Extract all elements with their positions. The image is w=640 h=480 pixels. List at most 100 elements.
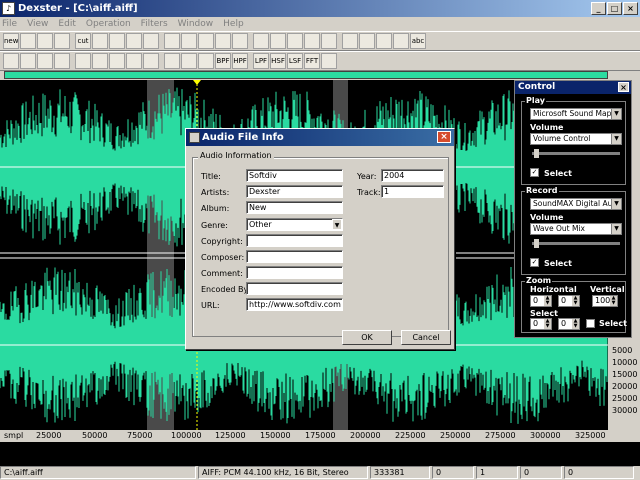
zoom-group: Zoom Horizontal Vertical 0 ▲ ▼ 0 ▲ ▼ 100 ▲ ▼ S… [521, 276, 627, 333]
play-icon[interactable] [253, 33, 269, 49]
zoom-sel-icon[interactable] [215, 33, 231, 49]
copyright-field[interactable] [246, 234, 343, 247]
menu-edit[interactable]: Edit [58, 19, 75, 29]
volume-icon[interactable] [376, 33, 392, 49]
play-loop-icon[interactable] [270, 33, 286, 49]
mixer-icon[interactable] [393, 33, 409, 49]
open-icon[interactable] [20, 33, 36, 49]
menu-file[interactable]: File [2, 19, 17, 29]
url-field[interactable]: http://www.softdiv.com [246, 298, 343, 311]
copyright-label: Copyright: [201, 237, 243, 246]
record-volume-slider[interactable] [532, 239, 620, 248]
control-close-icon[interactable]: × [618, 82, 629, 92]
ok-button[interactable]: OK [342, 330, 392, 345]
save-icon[interactable] [37, 33, 53, 49]
maximize-button[interactable]: □ [607, 2, 622, 15]
menu-view[interactable]: View [27, 19, 48, 29]
copy-icon[interactable] [92, 33, 108, 49]
fade-in-icon[interactable] [75, 53, 91, 69]
spin-arrows-icon[interactable]: ▲ ▼ [572, 296, 579, 306]
play-device-select[interactable]: Microsoft Sound Mapper ▼ [530, 108, 622, 120]
artists-field[interactable]: Dexster [246, 185, 343, 198]
ruler-tick: 250000 [440, 431, 471, 440]
spin-arrows-icon[interactable]: ▲ ▼ [544, 296, 551, 306]
spin-arrows-icon[interactable]: ▲ ▼ [610, 296, 617, 306]
zoom-out-icon[interactable] [198, 33, 214, 49]
menu-window[interactable]: Window [178, 19, 214, 29]
record-device-select[interactable]: SoundMAX Digital Audio ▼ [530, 198, 622, 210]
zoom-horizontal-label: Horizontal [530, 285, 577, 294]
zoom-h2-spinner[interactable]: 0 ▲ ▼ [558, 295, 580, 307]
lpf-icon[interactable]: LPF [253, 53, 269, 69]
paste-icon[interactable] [109, 33, 125, 49]
dialog-close-icon[interactable]: × [437, 131, 451, 143]
play-volume-slider[interactable] [532, 149, 620, 158]
menu-operation[interactable]: Operation [86, 19, 131, 29]
close-button[interactable]: × [623, 2, 638, 15]
split-icon[interactable] [20, 53, 36, 69]
encoded-by-field[interactable] [246, 282, 343, 295]
play-select-checkbox[interactable]: ✓ [530, 168, 539, 177]
select-all-icon[interactable] [3, 53, 19, 69]
menu-help[interactable]: Help [223, 19, 244, 29]
loop-icon[interactable] [143, 53, 159, 69]
new-icon[interactable]: new [3, 33, 19, 49]
ruler-tick: 275000 [485, 431, 516, 440]
slider-knob[interactable] [534, 149, 539, 158]
title-field[interactable]: Softdiv [246, 169, 343, 182]
minimize-button[interactable]: _ [591, 2, 606, 15]
envelope-icon[interactable] [54, 53, 70, 69]
lsf-icon[interactable]: LSF [287, 53, 303, 69]
play-volume-select[interactable]: Volume Control ▼ [530, 133, 622, 145]
album-field[interactable]: New [246, 201, 343, 214]
genre-select[interactable]: Other ▼ [246, 218, 343, 231]
record-select-checkbox[interactable]: ✓ [530, 258, 539, 267]
record-volume-select[interactable]: Wave Out Mix ▼ [530, 223, 622, 235]
spin-arrows-icon[interactable]: ▲ ▼ [544, 319, 551, 329]
track-field[interactable]: 1 [381, 185, 444, 198]
hpf-icon[interactable]: HPF [232, 53, 248, 69]
denoise-icon[interactable] [109, 53, 125, 69]
record-icon[interactable] [304, 33, 320, 49]
repeat-icon[interactable] [181, 53, 197, 69]
stop-icon[interactable] [342, 33, 358, 49]
fft-icon[interactable]: FFT [304, 53, 320, 69]
y-tick: 25000 [612, 394, 638, 403]
effect-icon[interactable] [126, 53, 142, 69]
chevron-down-icon[interactable]: ▼ [332, 219, 342, 230]
year-field[interactable]: 2004 [381, 169, 444, 182]
zoom-h1-spinner[interactable]: 0 ▲ ▼ [530, 295, 552, 307]
album-label: Album: [201, 204, 230, 213]
stop-all-icon[interactable] [359, 33, 375, 49]
spin-arrows-icon[interactable]: ▲ ▼ [572, 319, 579, 329]
zoom-in-icon[interactable] [181, 33, 197, 49]
notes-icon[interactable] [321, 53, 337, 69]
menu-filters[interactable]: Filters [141, 19, 168, 29]
zoom-s1-spinner[interactable]: 0 ▲ ▼ [530, 318, 552, 330]
zoom-s2-spinner[interactable]: 0 ▲ ▼ [558, 318, 580, 330]
cut-icon[interactable]: cut [75, 33, 91, 49]
close-icon[interactable] [54, 33, 70, 49]
zoom-vertical-spinner[interactable]: 100 ▲ ▼ [592, 295, 618, 307]
bpf-icon[interactable]: BPF [215, 53, 231, 69]
wave-icon[interactable] [37, 53, 53, 69]
composer-field[interactable] [246, 250, 343, 263]
zoom-all-icon[interactable] [232, 33, 248, 49]
pause-icon[interactable] [321, 33, 337, 49]
fade-out-icon[interactable] [92, 53, 108, 69]
undo-icon[interactable] [143, 33, 159, 49]
play-all-icon[interactable] [287, 33, 303, 49]
overview-strip[interactable] [0, 442, 640, 466]
band-icon[interactable] [198, 53, 214, 69]
comment-field[interactable] [246, 266, 343, 279]
cancel-button[interactable]: Cancel [401, 330, 451, 345]
hsf-icon[interactable]: HSF [270, 53, 286, 69]
abc-icon[interactable]: abc [410, 33, 426, 49]
reverb-icon[interactable] [164, 53, 180, 69]
dialog-title-bar: Audio File Info × [186, 129, 454, 146]
playback-progress-bar[interactable] [4, 71, 608, 79]
zoom-select-checkbox[interactable] [586, 319, 595, 328]
delete-icon[interactable] [126, 33, 142, 49]
redo-icon[interactable] [164, 33, 180, 49]
slider-knob[interactable] [534, 239, 539, 248]
